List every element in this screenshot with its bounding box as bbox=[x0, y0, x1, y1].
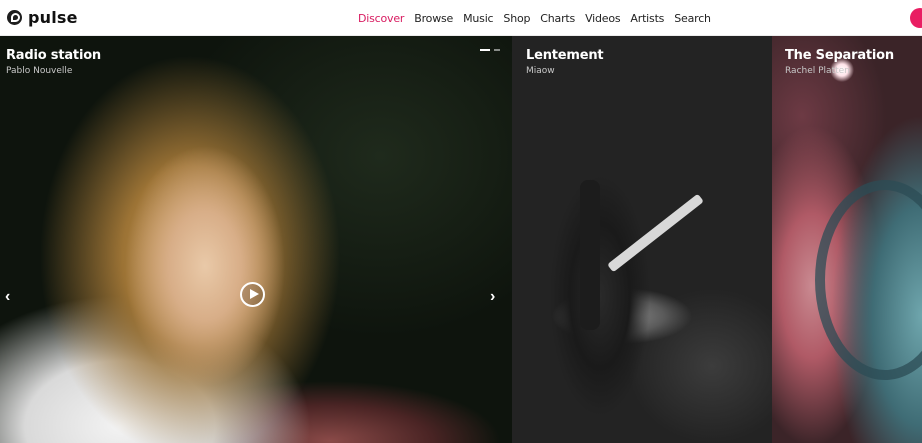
featured-carousel bbox=[0, 36, 922, 443]
top-header: pulse Discover Browse Music Shop Charts … bbox=[0, 0, 922, 36]
pagination-dot-active[interactable] bbox=[480, 49, 490, 51]
brand-logo[interactable]: pulse bbox=[7, 8, 78, 27]
nav-item-music[interactable]: Music bbox=[463, 12, 494, 25]
slide-title[interactable]: Radio station bbox=[6, 48, 101, 63]
performer-figure bbox=[580, 180, 600, 330]
avatar[interactable] bbox=[910, 8, 922, 28]
slide-title[interactable]: The Separation bbox=[785, 48, 894, 63]
slide-artist[interactable]: Pablo Nouvelle bbox=[6, 66, 72, 76]
slide-radio-station[interactable] bbox=[0, 36, 512, 443]
nav-item-shop[interactable]: Shop bbox=[503, 12, 530, 25]
nav-item-artists[interactable]: Artists bbox=[630, 12, 664, 25]
brand-name: pulse bbox=[28, 8, 78, 27]
chevron-right-icon[interactable]: › bbox=[490, 289, 495, 305]
slide-title[interactable]: Lentement bbox=[526, 48, 604, 63]
nav-item-browse[interactable]: Browse bbox=[414, 12, 453, 25]
nav-item-search[interactable]: Search bbox=[674, 12, 711, 25]
chevron-left-icon[interactable]: ‹ bbox=[5, 289, 10, 305]
play-button[interactable] bbox=[240, 282, 265, 307]
main-nav: Discover Browse Music Shop Charts Videos… bbox=[358, 0, 721, 36]
slide-artist[interactable]: Rachel Platten bbox=[785, 66, 850, 76]
carousel-pagination bbox=[480, 49, 504, 51]
nav-item-videos[interactable]: Videos bbox=[585, 12, 621, 25]
pagination-dot[interactable] bbox=[494, 49, 500, 51]
nav-item-discover[interactable]: Discover bbox=[358, 12, 404, 25]
play-icon bbox=[250, 289, 259, 299]
pulse-logo-icon bbox=[7, 10, 22, 25]
nav-item-charts[interactable]: Charts bbox=[540, 12, 575, 25]
slide-artist[interactable]: Miaow bbox=[526, 66, 555, 76]
